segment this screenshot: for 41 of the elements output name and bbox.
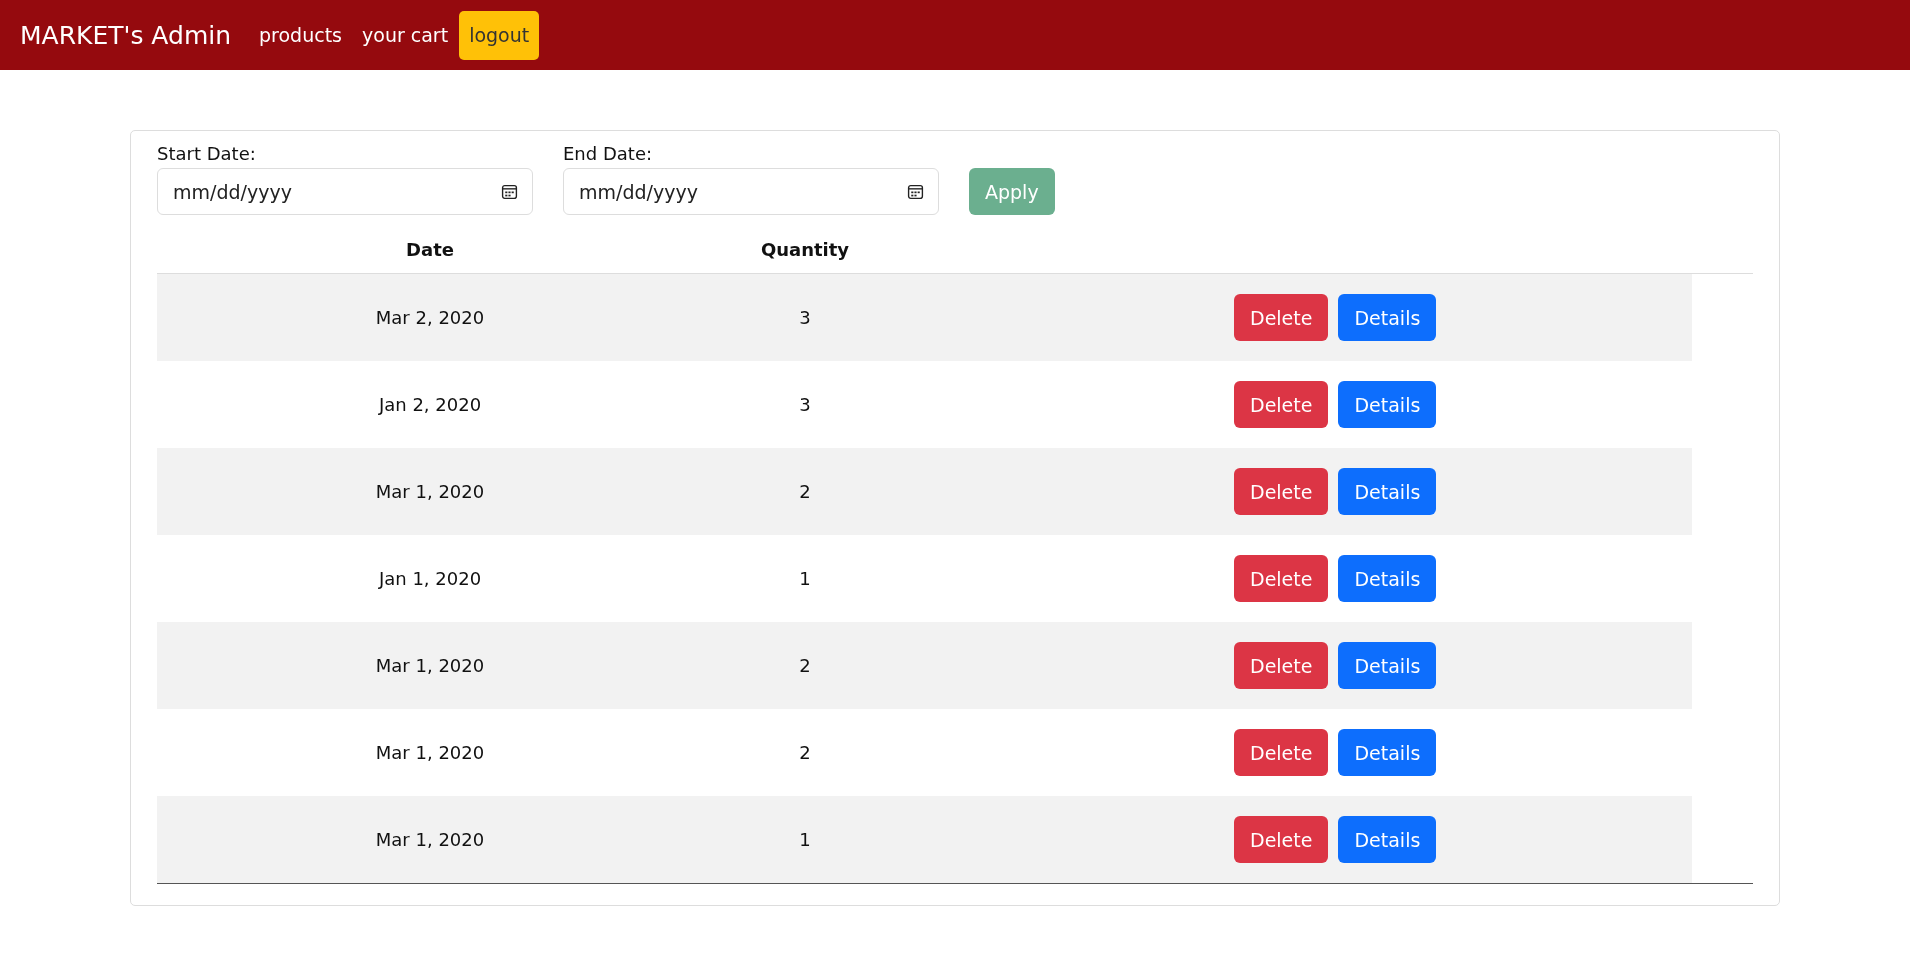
details-button[interactable]: Details — [1338, 381, 1437, 428]
nav-link[interactable]: your cart — [362, 24, 449, 46]
calendar-icon[interactable] — [907, 183, 924, 200]
table-cell-text: Mar 1, 2020 — [374, 655, 486, 676]
delete-button[interactable]: Delete — [1234, 294, 1329, 341]
table-cell-text: Mar 1, 2020 — [374, 742, 486, 763]
details-button[interactable]: Details — [1338, 294, 1437, 341]
date-input-field[interactable]: mm/dd/yyyy — [563, 168, 939, 215]
table-cell-text: Jan 2, 2020 — [377, 394, 483, 415]
table-cell-text: 1 — [798, 568, 812, 589]
details-button[interactable]: Details — [1338, 642, 1437, 689]
field-label: End Date: — [563, 143, 653, 164]
delete-button[interactable]: Delete — [1234, 642, 1329, 689]
table-cell-text: Mar 1, 2020 — [374, 829, 486, 850]
table-cell-text: 2 — [798, 655, 812, 676]
table-cell-text: 2 — [798, 481, 812, 502]
field-label: Start Date: — [157, 143, 257, 164]
details-button[interactable]: Details — [1338, 468, 1437, 515]
table-cell-text: 3 — [798, 394, 812, 415]
column-header: Date — [405, 238, 455, 260]
table-cell-text: 2 — [798, 742, 812, 763]
logout-button[interactable]: logout — [459, 10, 540, 60]
table-cell-text: 1 — [798, 829, 812, 850]
delete-button[interactable]: Delete — [1234, 816, 1329, 863]
column-header: Quantity — [759, 238, 851, 260]
apply-button[interactable]: Apply — [969, 168, 1055, 215]
nav-link[interactable]: products — [259, 24, 342, 46]
calendar-icon[interactable] — [501, 183, 518, 200]
brand-title[interactable]: MARKET's Admin — [20, 20, 232, 50]
table-cell-text: Mar 1, 2020 — [374, 481, 486, 502]
details-button[interactable]: Details — [1338, 555, 1437, 602]
date-input-field[interactable]: mm/dd/yyyy — [157, 168, 533, 215]
details-button[interactable]: Details — [1338, 729, 1437, 776]
table-cell-text: Mar 2, 2020 — [374, 307, 486, 328]
delete-button[interactable]: Delete — [1234, 555, 1329, 602]
delete-button[interactable]: Delete — [1234, 729, 1329, 776]
delete-button[interactable]: Delete — [1234, 468, 1329, 515]
details-button[interactable]: Details — [1338, 816, 1437, 863]
delete-button[interactable]: Delete — [1234, 381, 1329, 428]
table-cell-text: Jan 1, 2020 — [377, 568, 483, 589]
table-cell-text: 3 — [798, 307, 812, 328]
